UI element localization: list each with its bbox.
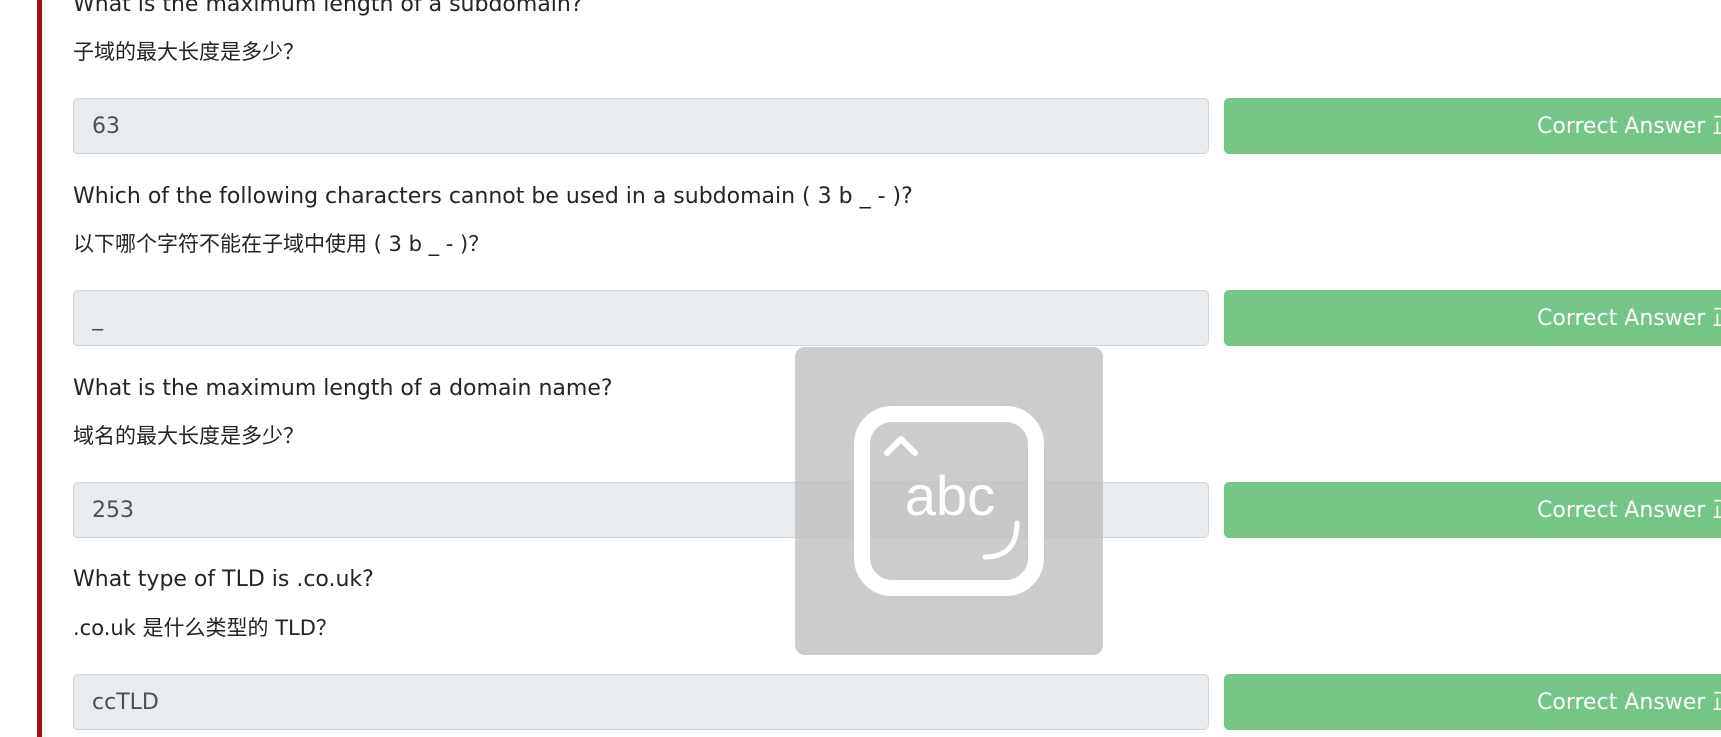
quiz-page: What is the maximum length of a subdomai…: [0, 0, 1721, 737]
input-method-overlay: abc: [795, 347, 1103, 655]
correct-answer-button[interactable]: Correct Answer 正确答案: [1224, 290, 1721, 346]
question-text-en: What type of TLD is .co.uk?: [73, 567, 374, 592]
question-text-zh: .co.uk 是什么类型的 TLD？: [73, 616, 337, 640]
overlay-text: abc: [905, 464, 995, 527]
section-accent-bar: [37, 0, 42, 737]
answer-input[interactable]: [73, 98, 1209, 154]
correct-answer-button[interactable]: Correct Answer 正确答案: [1224, 482, 1721, 538]
question-text-en: What is the maximum length of a domain n…: [73, 376, 613, 401]
question-text-zh: 域名的最大长度是多少？: [73, 424, 304, 448]
answer-input[interactable]: [73, 290, 1209, 346]
question-text-zh: 子域的最大长度是多少？: [73, 40, 304, 64]
question-text-zh: 以下哪个字符不能在子域中使用 ( 3 b _ - )？: [73, 232, 490, 256]
correct-answer-button[interactable]: Correct Answer 正确答案: [1224, 98, 1721, 154]
question-text-en: Which of the following characters cannot…: [73, 184, 913, 209]
correct-answer-button[interactable]: Correct Answer 正确答案: [1224, 674, 1721, 730]
answer-input[interactable]: [73, 674, 1209, 730]
question-text-en: What is the maximum length of a subdomai…: [73, 0, 583, 17]
keyboard-input-icon: abc: [854, 406, 1044, 596]
